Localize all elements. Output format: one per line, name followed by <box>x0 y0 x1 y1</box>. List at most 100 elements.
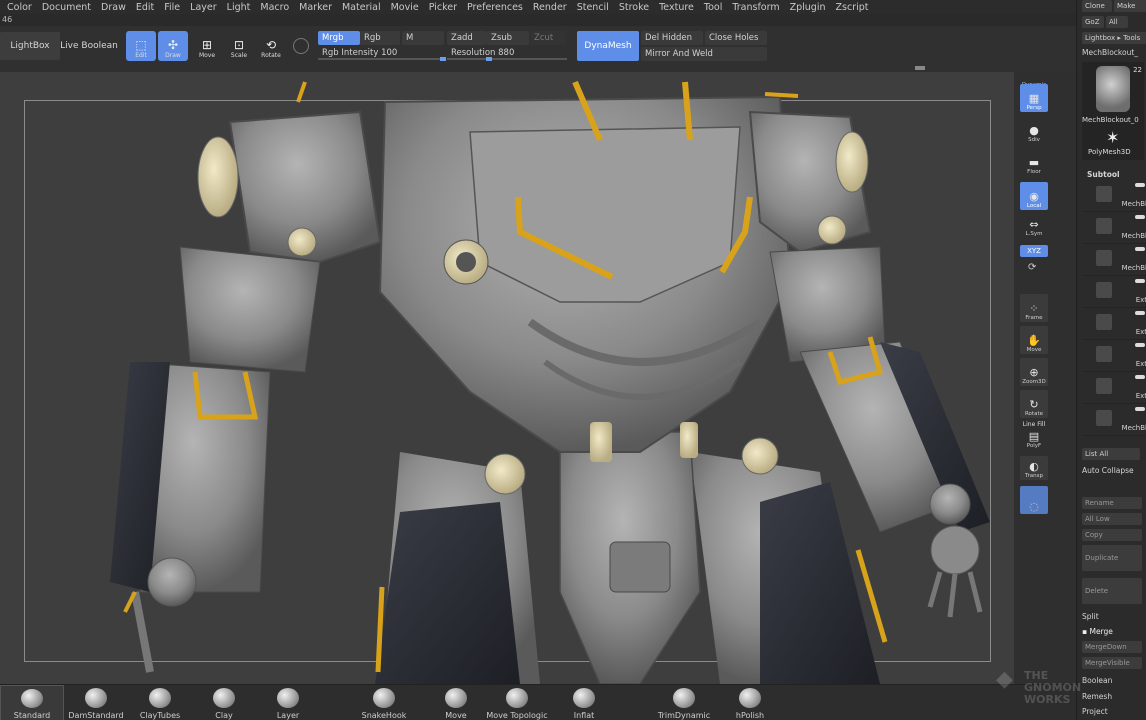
shelf-scroll-handle[interactable] <box>915 66 925 70</box>
mrgb-button[interactable]: Mrgb <box>318 31 360 45</box>
material-swatch-icon[interactable] <box>293 38 309 54</box>
dynamesh-button[interactable]: DynaMesh <box>577 31 639 61</box>
menu-tool[interactable]: Tool <box>699 2 727 13</box>
subtool-row[interactable]: Ext <box>1082 276 1146 308</box>
move-view-button[interactable]: ✋ Move <box>1020 326 1048 354</box>
menu-edit[interactable]: Edit <box>131 2 159 13</box>
polymesh-star-icon[interactable]: ✶ <box>1106 128 1119 147</box>
menu-zscript[interactable]: Zscript <box>831 2 874 13</box>
menu-document[interactable]: Document <box>37 2 96 13</box>
transp-button[interactable]: ◐ Transp <box>1020 456 1048 480</box>
menu-file[interactable]: File <box>159 2 185 13</box>
subtool-visibility-toggle[interactable] <box>1135 183 1145 187</box>
tool-thumbnail[interactable] <box>1096 66 1130 112</box>
subtool-row[interactable]: MechBl <box>1082 180 1146 212</box>
list-all-button[interactable]: List All <box>1082 448 1140 460</box>
rgb-intensity-slider[interactable]: Rgb Intensity 100 <box>318 46 446 61</box>
duplicate-button[interactable]: Duplicate <box>1082 545 1142 571</box>
menu-transform[interactable]: Transform <box>727 2 784 13</box>
menu-material[interactable]: Material <box>337 2 386 13</box>
goz-button[interactable]: GoZ <box>1082 16 1104 28</box>
zoom3d-button[interactable]: ⊕ Zoom3D <box>1020 358 1048 386</box>
menu-stencil[interactable]: Stencil <box>572 2 614 13</box>
zadd-button[interactable]: Zadd <box>447 31 487 45</box>
subtool-visibility-toggle[interactable] <box>1135 311 1145 315</box>
all-low-button[interactable]: All Low <box>1082 513 1142 525</box>
subtool-row[interactable]: Ext <box>1082 308 1146 340</box>
delete-button[interactable]: Delete <box>1082 578 1142 604</box>
subtool-visibility-toggle[interactable] <box>1135 279 1145 283</box>
rgb-intensity-thumb[interactable] <box>440 57 446 61</box>
subtool-row[interactable]: MechBl <box>1082 212 1146 244</box>
menu-movie[interactable]: Movie <box>386 2 424 13</box>
split-menu[interactable]: Split <box>1082 612 1099 621</box>
subtool-row[interactable]: MechBl <box>1082 404 1146 436</box>
edit-button[interactable]: ⬚ Edit <box>126 31 156 61</box>
move-button[interactable]: ⊞ Move <box>192 31 222 61</box>
frame-button[interactable]: ⁘ Frame <box>1020 294 1048 322</box>
subtool-visibility-toggle[interactable] <box>1135 215 1145 219</box>
rename-button[interactable]: Rename <box>1082 497 1142 509</box>
scale-button[interactable]: ⊡ Scale <box>224 31 254 61</box>
subtool-row[interactable]: Ext <box>1082 340 1146 372</box>
mech-model[interactable] <box>0 72 1014 684</box>
subtool-header[interactable]: Subtool <box>1087 170 1120 179</box>
make-button[interactable]: Make <box>1114 0 1146 12</box>
brush-clay[interactable]: Clay <box>192 685 256 720</box>
rgb-button[interactable]: Rgb <box>360 31 400 45</box>
menu-preferences[interactable]: Preferences <box>462 2 528 13</box>
merge-visible-button[interactable]: MergeVisible <box>1082 657 1142 669</box>
zcut-button[interactable]: Zcut <box>530 31 566 45</box>
all-button[interactable]: All <box>1106 16 1128 28</box>
menu-texture[interactable]: Texture <box>654 2 699 13</box>
resolution-slider[interactable]: Resolution 880 <box>447 46 567 61</box>
local-button[interactable]: ◉ Local <box>1020 182 1048 210</box>
rotate-axis-icon[interactable]: ⟳ <box>1028 262 1040 274</box>
close-holes-button[interactable]: Close Holes <box>705 31 767 45</box>
menu-draw[interactable]: Draw <box>96 2 131 13</box>
mirror-weld-button[interactable]: Mirror And Weld <box>641 47 767 61</box>
menu-marker[interactable]: Marker <box>294 2 337 13</box>
resolution-thumb[interactable] <box>486 57 492 61</box>
brush-hpolish[interactable]: hPolish <box>718 685 782 720</box>
lsym-button[interactable]: ⇔ L.Sym <box>1020 218 1048 238</box>
rotate-button[interactable]: ⟲ Rotate <box>256 31 286 61</box>
brush-snakehook[interactable]: SnakeHook <box>352 685 416 720</box>
subtool-row[interactable]: Ext <box>1082 372 1146 404</box>
brush-damstandard[interactable]: DamStandard <box>64 685 128 720</box>
subtool-visibility-toggle[interactable] <box>1135 247 1145 251</box>
zsub-button[interactable]: Zsub <box>487 31 529 45</box>
menu-layer[interactable]: Layer <box>185 2 222 13</box>
menu-light[interactable]: Light <box>222 2 256 13</box>
menu-stroke[interactable]: Stroke <box>614 2 654 13</box>
xyz-button[interactable]: XYZ <box>1020 245 1048 257</box>
lightbox-button[interactable]: LightBox <box>0 32 60 60</box>
floor-button[interactable]: ▬ Floor <box>1020 156 1048 176</box>
brush-trimdynamic[interactable]: TrimDynamic <box>652 685 716 720</box>
del-hidden-button[interactable]: Del Hidden <box>641 31 703 45</box>
brush-move-topologic[interactable]: Move Topologic <box>482 685 552 720</box>
polyf-button[interactable]: ▤ PolyF <box>1020 428 1048 450</box>
sdiv-button[interactable]: ● Sdiv <box>1020 124 1048 144</box>
ghost-button[interactable]: ◌ <box>1020 486 1048 514</box>
subtool-visibility-toggle[interactable] <box>1135 407 1145 411</box>
brush-standard[interactable]: Standard <box>0 685 64 720</box>
menu-render[interactable]: Render <box>528 2 572 13</box>
copy-button[interactable]: Copy <box>1082 529 1142 541</box>
rotate-view-button[interactable]: ↻ Rotate <box>1020 390 1048 418</box>
menu-macro[interactable]: Macro <box>255 2 294 13</box>
canvas-viewport[interactable] <box>0 72 1014 684</box>
subtool-visibility-toggle[interactable] <box>1135 375 1145 379</box>
auto-collapse-button[interactable]: Auto Collapse <box>1082 466 1134 475</box>
persp-button[interactable]: ▦ Persp <box>1020 84 1048 112</box>
clone-button[interactable]: Clone <box>1082 0 1112 12</box>
merge-menu[interactable]: ▪ Merge <box>1082 627 1113 636</box>
brush-claytubes[interactable]: ClayTubes <box>128 685 192 720</box>
subtool-visibility-toggle[interactable] <box>1135 343 1145 347</box>
menu-color[interactable]: Color <box>2 2 37 13</box>
brush-layer[interactable]: Layer <box>256 685 320 720</box>
draw-button[interactable]: ✣ Draw <box>158 31 188 61</box>
brush-inflat[interactable]: Inflat <box>552 685 616 720</box>
brush-move[interactable]: Move <box>424 685 488 720</box>
lightbox-tools-button[interactable]: Lightbox ▸ Tools <box>1082 32 1146 44</box>
